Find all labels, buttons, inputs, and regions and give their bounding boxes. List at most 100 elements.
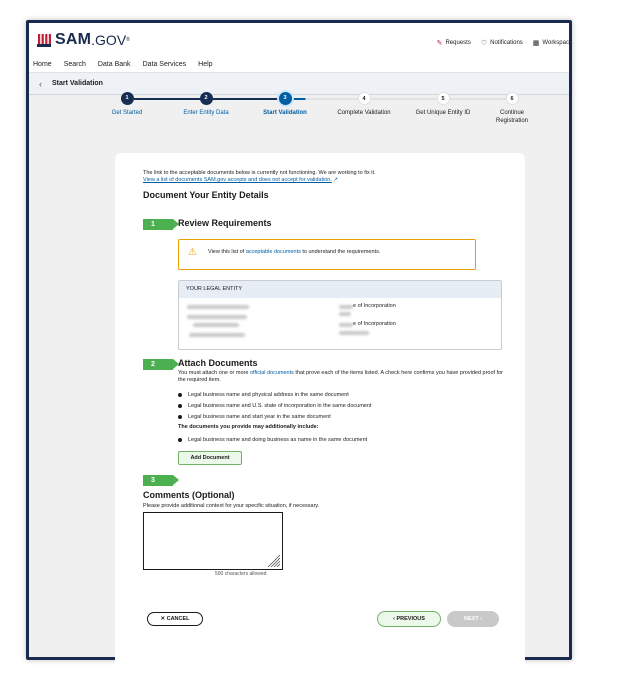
utility-nav: ✎ Requests ♡ Notifications ▦ Workspac [437,39,569,47]
step-start-validation: 3 Start Validation [250,92,320,117]
step-get-started: 1 Get Started [92,92,162,117]
requirement-text: Legal business name and start year in th… [188,414,331,420]
redacted-text [339,312,351,316]
flag-icon [37,33,51,47]
notice-banner: The link to the acceptable documents bel… [143,170,376,184]
section-number-badge: 2 [143,359,179,370]
official-documents-link[interactable]: official documents [250,370,294,376]
additional-documents-heading: The documents you provide may additional… [178,424,319,430]
cancel-label: CANCEL [166,616,190,622]
requests-link[interactable]: ✎ Requests [437,39,471,47]
requirement-item: Legal business name and physical address… [178,392,349,398]
step-label: Get Started [111,110,143,116]
requirement-text: Legal business name and physical address… [188,392,349,398]
workspace-link[interactable]: ▦ Workspac [533,39,569,47]
requirement-text: Legal business name and U.S. state of in… [188,403,372,409]
section-title: Review Requirements [178,218,272,228]
cancel-button[interactable]: ✕ CANCEL [147,612,203,626]
redacted-text [339,305,353,309]
next-button[interactable]: NEXT › [447,611,499,627]
redacted-text [339,331,369,335]
next-label: NEXT [463,616,479,622]
attach-instructions: You must attach one or more official doc… [178,370,508,384]
back-chevron-icon[interactable]: ‹ [39,79,42,89]
document-title: Document Your Entity Details [143,190,269,200]
sam-logo[interactable]: SAM .GOV ® [37,31,130,49]
step-number: 2 [199,92,213,105]
requirement-item: Legal business name and doing business a… [178,437,367,443]
step-number: 4 [357,92,371,105]
requirement-text: Legal business name and doing business a… [188,437,368,443]
acceptable-documents-link[interactable]: acceptable documents [246,249,301,255]
comments-title: Comments (Optional) [143,490,235,500]
redacted-text [339,323,353,327]
alert-text-suffix: to understand the requirements. [300,249,381,255]
nav-help[interactable]: Help [198,61,212,68]
bullet-icon [178,403,182,408]
notifications-label: Notifications [490,40,523,46]
redacted-text [193,323,239,327]
alert-text: View this list of [208,249,246,255]
requests-icon: ✎ [436,40,443,47]
site-header: SAM .GOV ® ✎ Requests ♡ Notifications ▦ Wo… [29,23,569,57]
step-label: Get Unique Entity ID [415,110,471,116]
resize-handle-icon[interactable] [262,553,280,567]
redacted-text [187,305,249,309]
bullet-icon [178,437,182,442]
step-number: 6 [505,92,519,105]
workspace-label: Workspac [542,40,569,46]
bullet-icon [178,414,182,419]
grid-icon: ▦ [532,40,540,47]
main-nav: Home Search Data Bank Data Services Help [29,57,569,73]
requirement-item: Legal business name and start year in th… [178,414,331,420]
add-document-button[interactable]: Add Document [178,451,242,465]
step-number: 3 [278,92,292,105]
step-complete-validation: 4 Complete Validation [329,92,399,117]
state-of-incorporation-label: e of Incorporation [353,303,396,309]
requests-label: Requests [445,40,471,46]
step-number: 1 [120,92,134,105]
chevron-left-icon: ‹ [393,616,395,622]
previous-label: PREVIOUS [396,616,425,622]
nav-data-services[interactable]: Data Services [143,61,187,68]
step-label: Enter Entity Data [183,110,229,116]
step-label: Complete Validation [337,110,391,116]
external-link-icon: ↗ [333,177,338,183]
legal-entity-panel: YOUR LEGAL ENTITY e of Incorporation e o… [178,280,502,350]
comments-textarea[interactable] [143,512,283,570]
close-icon: ✕ [160,616,166,622]
registered-mark: ® [126,37,130,43]
nav-home[interactable]: Home [33,61,52,68]
step-label: Start Validation [263,110,307,116]
bell-icon: ♡ [480,40,488,47]
requirements-alert: ⚠ View this list of acceptable documents… [178,239,476,270]
notice-text: The link to the acceptable documents bel… [143,170,376,176]
requirement-item: Legal business name and U.S. state of in… [178,403,371,409]
validation-card: The link to the acceptable documents bel… [115,153,525,668]
step-continue-registration: 6 Continue Registration [487,92,537,125]
step-enter-entity-data: 2 Enter Entity Data [171,92,241,117]
legal-entity-header: YOUR LEGAL ENTITY [179,281,501,298]
previous-button[interactable]: ‹ PREVIOUS [377,611,441,627]
bullet-icon [178,392,182,397]
step-number: 5 [436,92,450,105]
notifications-link[interactable]: ♡ Notifications [481,39,523,47]
attach-instructions-text: You must attach one or more [178,370,250,376]
step-get-unique-entity-id: 5 Get Unique Entity ID [408,92,478,117]
state-of-incorporation-label: e of Incorporation [353,321,396,327]
section-number-badge: 1 [143,219,179,230]
logo-text: SAM [55,31,92,48]
warning-icon: ⚠ [188,247,197,258]
page-title: Start Validation [52,80,103,87]
step-label: Continue Registration [495,110,528,124]
redacted-text [187,315,247,319]
section-title: Attach Documents [178,358,258,368]
chevron-right-icon: › [480,616,483,622]
nav-search[interactable]: Search [64,61,86,68]
redacted-text [189,333,245,337]
progress-stepper: 1 Get Started 2 Enter Entity Data 3 Star… [90,92,528,132]
comments-hint: Please provide additional context for yo… [143,503,320,509]
documents-list-link[interactable]: View a list of documents SAM.gov accepts… [143,177,332,183]
char-count: 500 characters allowed [215,571,267,577]
nav-data-bank[interactable]: Data Bank [98,61,131,68]
